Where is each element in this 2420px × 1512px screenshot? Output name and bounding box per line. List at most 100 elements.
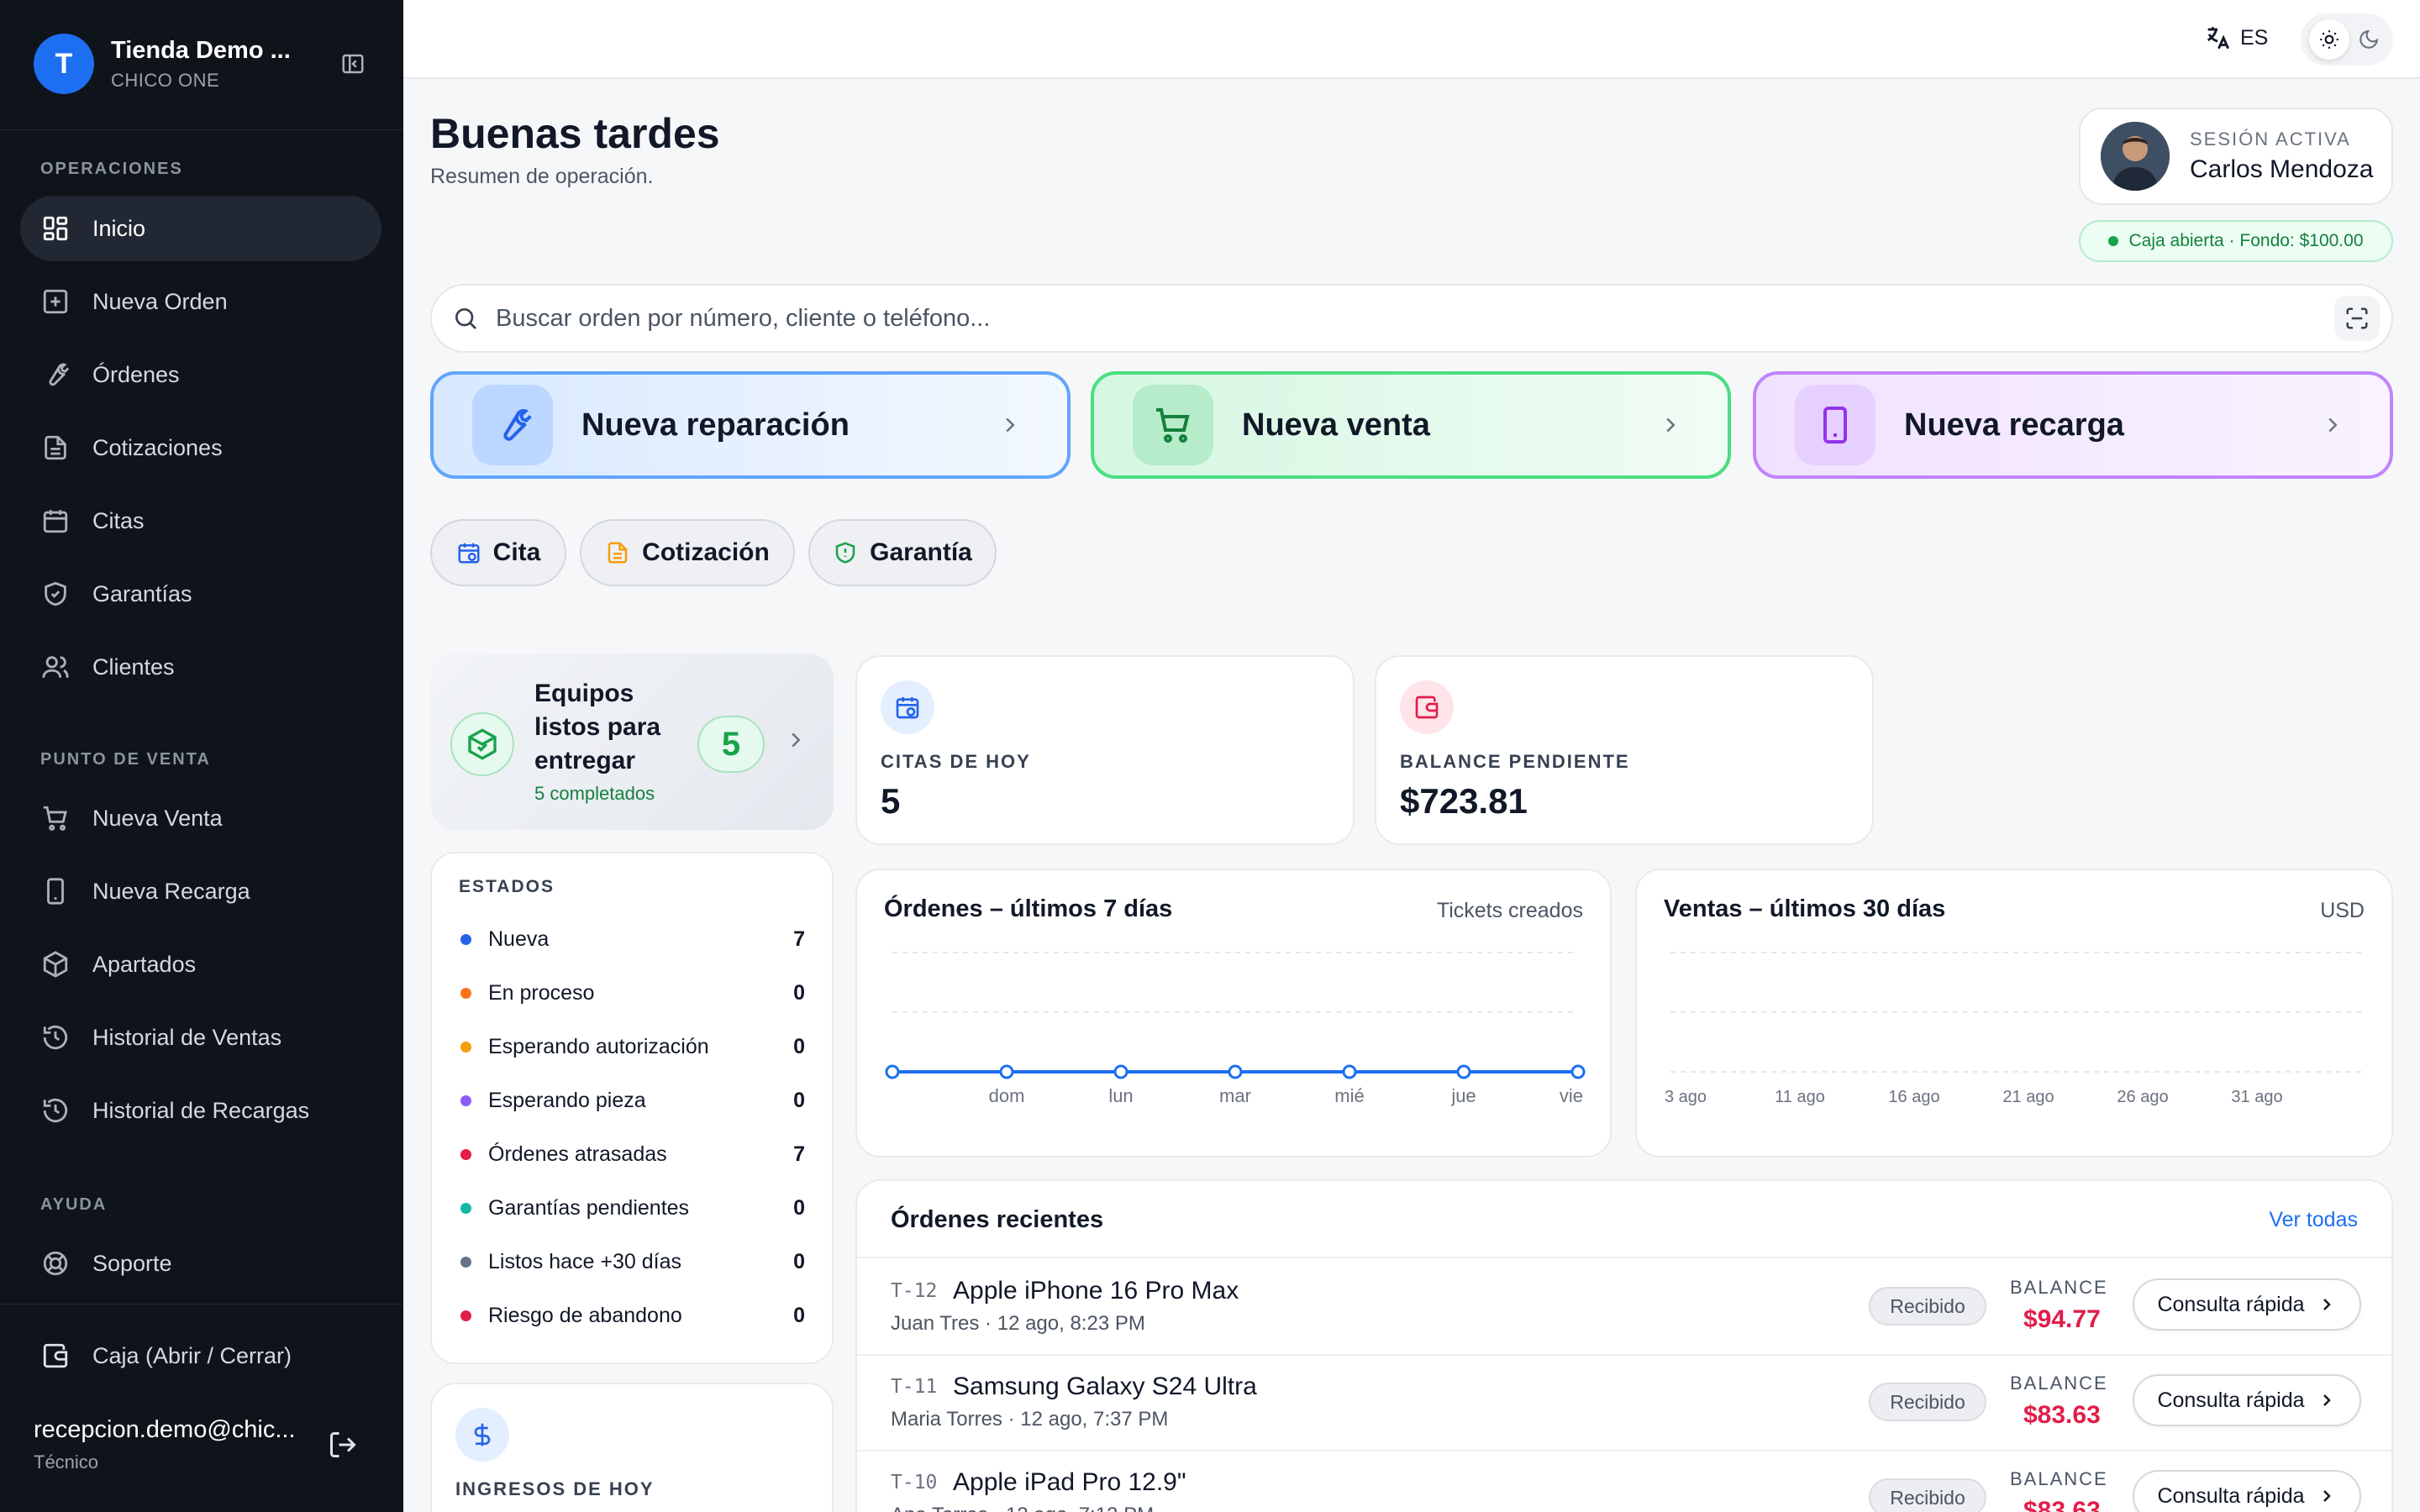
state-label: Esperando autorización (488, 1034, 709, 1058)
state-count: 7 (793, 927, 805, 951)
stat-card-citas[interactable]: CITAS DE HOY 5 (855, 655, 1355, 845)
sidebar-item-nueva-orden[interactable]: Nueva Orden (20, 269, 381, 334)
state-row[interactable]: Esperando autorización 0 (460, 1030, 805, 1063)
avatar (2101, 122, 2170, 191)
tick-label: 31 ago (2231, 1088, 2282, 1106)
quick-view-label: Consulta rápida (2157, 1388, 2305, 1412)
sidebar-item-historial-ventas[interactable]: Historial de Ventas (20, 1005, 381, 1070)
chevron-right-icon (2323, 1490, 2331, 1502)
cart-icon (40, 803, 71, 833)
data-point (1570, 1064, 1586, 1079)
status-dot (460, 987, 471, 999)
sidebar-item-garantias[interactable]: Garantías (20, 561, 381, 627)
sidebar: T Tienda Demo ... CHICO ONE OPERACIONES … (0, 0, 403, 1512)
orders-line-chart: dom lun mar mié jue vie (885, 952, 1586, 1106)
status-dot (460, 933, 471, 945)
recent-orders-title: Órdenes recientes (891, 1206, 1104, 1233)
sidebar-item-label: Nueva Orden (92, 288, 228, 314)
order-device: Apple iPhone 16 Pro Max (953, 1277, 1239, 1305)
table-row[interactable]: T-10 Apple iPad Pro 12.9" Ana Torres · 1… (857, 1450, 2391, 1512)
chevron-right-icon (2323, 1394, 2331, 1406)
tick-label: lun (1108, 1085, 1133, 1106)
state-row[interactable]: Esperando pieza 0 (460, 1084, 805, 1117)
scan-icon[interactable] (2334, 296, 2380, 341)
state-row[interactable]: Listos hace +30 días 0 (460, 1245, 805, 1278)
state-label: Órdenes atrasadas (488, 1142, 667, 1166)
chip-label: Cita (492, 538, 541, 566)
sales-line-chart: 3 ago 11 ago 16 ago 21 ago 26 ago 31 ago (1665, 952, 2361, 1106)
sidebar-divider (0, 129, 403, 130)
state-label: Listos hace +30 días (488, 1249, 682, 1273)
table-row[interactable]: T-11 Samsung Galaxy S24 Ultra Maria Torr… (857, 1354, 2391, 1448)
state-row[interactable]: Riesgo de abandono 0 (460, 1299, 805, 1332)
state-row[interactable]: Órdenes atrasadas 7 (460, 1137, 805, 1171)
search-icon (455, 308, 476, 329)
sidebar-item-ordenes[interactable]: Órdenes (20, 342, 381, 407)
status-dot (2108, 236, 2119, 246)
language-switcher[interactable]: ES (2203, 24, 2268, 52)
history-icon (40, 1022, 71, 1053)
new-appointment-chip[interactable]: Cita (430, 519, 566, 586)
state-count: 0 (793, 1195, 805, 1220)
quick-view-button[interactable]: Consulta rápida (2133, 1278, 2361, 1331)
sidebar-item-nueva-venta[interactable]: Nueva Venta (20, 785, 381, 851)
state-label: Riesgo de abandono (488, 1303, 682, 1327)
sidebar-item-clientes[interactable]: Clientes (20, 634, 381, 700)
new-repair-button[interactable]: Nueva reparación (430, 371, 1071, 479)
state-count: 7 (793, 1142, 805, 1166)
cash-status-badge: Caja abierta · Fondo: $100.00 (2079, 220, 2393, 262)
sidebar-item-nueva-recarga[interactable]: Nueva Recarga (20, 858, 381, 924)
data-point (1342, 1064, 1357, 1079)
state-row[interactable]: En proceso 0 (460, 976, 805, 1010)
balance-label: BALANCE (2010, 1277, 2108, 1298)
state-row[interactable]: Garantías pendientes 0 (460, 1191, 805, 1225)
status-badge: Recibido (1869, 1287, 1986, 1326)
ready-to-deliver-card[interactable]: Equipos listos para entregar 5 completad… (430, 654, 834, 830)
moon-icon[interactable] (2352, 23, 2386, 56)
action-label: Nueva recarga (1904, 407, 2124, 443)
session-card[interactable]: SESIÓN ACTIVA Carlos Mendoza (2079, 108, 2393, 205)
sidebar-item-historial-recargas[interactable]: Historial de Recargas (20, 1078, 381, 1143)
state-row[interactable]: Nueva 7 (460, 922, 805, 956)
logout-icon[interactable] (328, 1430, 361, 1463)
stat-label: CITAS DE HOY (881, 751, 1031, 772)
sidebar-item-inicio[interactable]: Inicio (20, 196, 381, 261)
recent-orders-card: Órdenes recientes Ver todas T-12 Apple i… (855, 1179, 2393, 1512)
tick-label: dom (989, 1085, 1025, 1106)
new-quote-chip[interactable]: Cotización (580, 519, 795, 586)
search-input[interactable] (496, 304, 2334, 333)
quick-view-button[interactable]: Consulta rápida (2133, 1374, 2361, 1426)
sidebar-item-label: Inicio (92, 215, 146, 241)
sidebar-item-cotizaciones[interactable]: Cotizaciones (20, 415, 381, 480)
theme-toggle[interactable] (2301, 13, 2393, 66)
income-card[interactable]: INGRESOS DE HOY (430, 1383, 834, 1512)
new-recharge-button[interactable]: Nueva recarga (1753, 371, 2393, 479)
stat-card-balance[interactable]: BALANCE PENDIENTE $723.81 (1375, 655, 1874, 845)
sidebar-item-soporte[interactable]: Soporte (20, 1231, 381, 1296)
history-icon (40, 1095, 71, 1126)
brand: T Tienda Demo ... CHICO ONE (34, 32, 370, 96)
stat-value: 5 (881, 781, 901, 821)
new-sale-button[interactable]: Nueva venta (1091, 371, 1731, 479)
table-row[interactable]: T-12 Apple iPhone 16 Pro Max Juan Tres ·… (857, 1258, 2391, 1352)
chevron-right-icon (1654, 408, 1687, 442)
ready-title: Equipos listos para entregar (534, 680, 661, 774)
cart-icon (1133, 385, 1213, 465)
quick-view-button[interactable]: Consulta rápida (2133, 1470, 2361, 1512)
chevron-right-icon (2316, 408, 2349, 442)
chip-label: Garantía (870, 538, 972, 566)
sun-icon[interactable] (2308, 19, 2349, 60)
sidebar-item-label: Soporte (92, 1250, 172, 1276)
sidebar-item-citas[interactable]: Citas (20, 488, 381, 554)
new-warranty-chip[interactable]: Garantía (808, 519, 997, 586)
view-all-link[interactable]: Ver todas (2269, 1208, 2358, 1232)
search-bar (430, 284, 2393, 353)
sidebar-divider (0, 1304, 403, 1305)
ready-count-badge: 5 (697, 716, 765, 773)
states-card: ESTADOS Nueva 7 En proceso 0 Esperando aut… (430, 852, 834, 1364)
sidebar-item-apartados[interactable]: Apartados (20, 932, 381, 997)
user-role: Técnico (34, 1452, 99, 1473)
calendar-icon (881, 680, 934, 734)
sidebar-collapse-icon[interactable] (336, 47, 370, 81)
sidebar-item-caja[interactable]: Caja (Abrir / Cerrar) (20, 1323, 381, 1389)
